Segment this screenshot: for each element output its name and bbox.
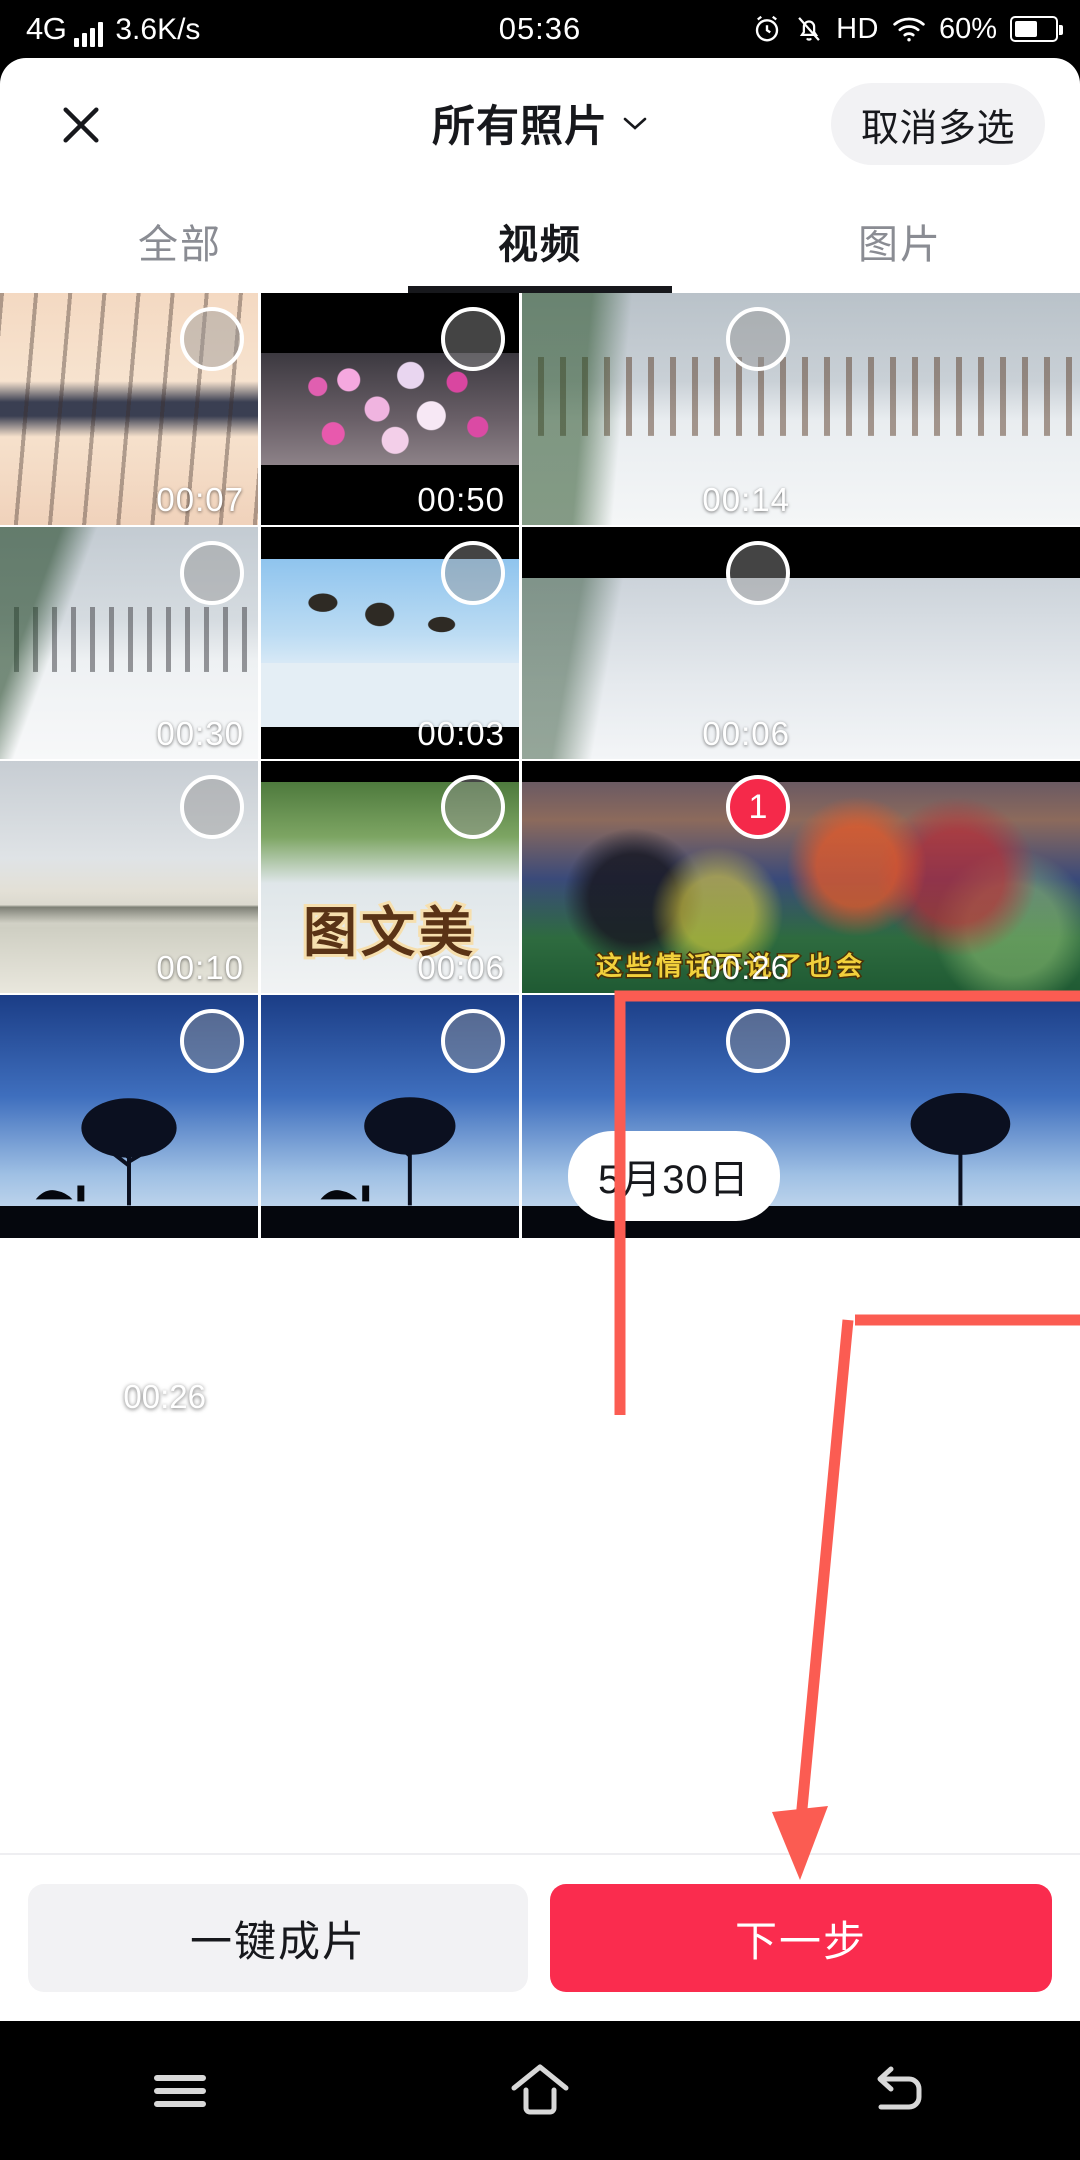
duration-label: 00:50 [417,481,505,518]
duration-label: 00:30 [156,715,244,752]
media-cell[interactable]: 00:03 [261,527,519,759]
thumbnail-detail [320,1097,456,1206]
next-step-button[interactable]: 下一步 [550,1884,1052,1992]
hd-icon: HD [836,12,879,45]
select-checkbox-selected[interactable]: 1 [726,775,790,839]
mute-bell-icon [795,14,823,44]
select-checkbox[interactable] [441,541,505,605]
selected-duration-label: 00:26 [123,1378,206,1415]
system-nav-bar [0,2021,1080,2160]
letterbox [522,761,1080,782]
status-bar: 4G 3.6K/s 05:36 HD 60% [0,0,1080,58]
selection-order-badge: 1 [748,787,768,826]
tab-all-label: 全部 [138,222,222,267]
thumbnail-detail [522,293,1080,525]
thumbnail-detail [35,1098,177,1206]
nav-back-button[interactable] [720,2065,1080,2117]
cancel-multiselect-button[interactable]: 取消多选 [830,83,1045,165]
selected-media-strip: 00:26 [0,1238,1080,1453]
auto-create-button[interactable]: 一键成片 [28,1884,528,1992]
letterbox [522,527,1080,579]
tab-video[interactable]: 视频 [360,188,720,293]
media-cell[interactable]: 00:10 [0,761,258,993]
thumbnail-detail [522,578,1080,759]
date-badge: 5月30日 [568,1131,780,1221]
media-grid: 00:07 00:50 00:14 00:30 00:03 00:06 00:1… [0,293,1080,1238]
media-cell[interactable]: 00:50 [261,293,519,525]
cancel-multiselect-label: 取消多选 [860,107,1015,150]
battery-percent-label: 60% [938,12,997,45]
wifi-icon [892,15,926,43]
menu-icon [154,2074,206,2107]
select-checkbox[interactable] [180,1009,244,1073]
select-checkbox[interactable] [726,1009,790,1073]
page-title: 所有照片 [432,103,608,151]
duration-label: 00:07 [156,481,244,518]
select-checkbox[interactable] [180,775,244,839]
tab-image[interactable]: 图片 [720,188,1080,293]
chevron-down-icon [623,117,647,130]
select-checkbox[interactable] [180,307,244,371]
duration-label: 00:06 [702,715,790,752]
close-icon [170,1272,194,1296]
media-cell[interactable] [0,995,258,1238]
duration-label: 00:03 [417,715,505,752]
select-checkbox[interactable] [441,775,505,839]
screen-root: 4G 3.6K/s 05:36 HD 60% 所有照片 取消多选 全部 视频 图… [0,0,1080,2160]
media-cell[interactable]: 00:30 [0,527,258,759]
select-checkbox[interactable] [180,541,244,605]
back-icon [877,2066,922,2109]
next-step-label: 下一步 [734,1917,867,1965]
select-checkbox[interactable] [441,307,505,371]
media-cell[interactable]: 00:14 [522,293,1080,525]
auto-create-label: 一键成片 [189,1917,366,1965]
nav-home-button[interactable] [360,2062,720,2120]
duration-label: 00:10 [156,949,244,986]
media-cell[interactable]: 图文美 00:06 [261,761,519,993]
battery-icon [1010,16,1063,42]
select-checkbox[interactable] [726,307,790,371]
media-type-tabs: 全部 视频 图片 [0,188,1080,293]
select-checkbox[interactable] [441,1009,505,1073]
media-cell[interactable]: 这些情话不说了也会 1 00:26 [522,761,1080,993]
media-cell[interactable] [261,995,519,1238]
duration-label: 00:14 [702,481,790,518]
app-header: 所有照片 取消多选 [0,58,1080,188]
home-icon [511,2064,569,2114]
alarm-icon [752,14,782,44]
duration-label: 00:26 [702,949,790,986]
media-cell[interactable]: 00:06 [522,527,1080,759]
bottom-action-bar: 一键成片 下一步 [0,1853,1080,2021]
nav-menu-button[interactable] [0,2068,360,2114]
tab-image-label: 图片 [858,222,942,267]
duration-label: 00:06 [417,949,505,986]
status-bar-right: HD 60% [752,12,1063,46]
selected-thumbnail[interactable]: 00:26 [22,1254,214,1436]
select-checkbox[interactable] [726,541,790,605]
media-cell[interactable]: 00:07 [0,293,258,525]
tab-all[interactable]: 全部 [0,188,360,293]
app-sheet: 所有照片 取消多选 全部 视频 图片 00:07 00:50 00:14 00:… [0,58,1080,2021]
tab-video-label: 视频 [498,222,582,267]
remove-selected-button[interactable] [156,1258,208,1310]
